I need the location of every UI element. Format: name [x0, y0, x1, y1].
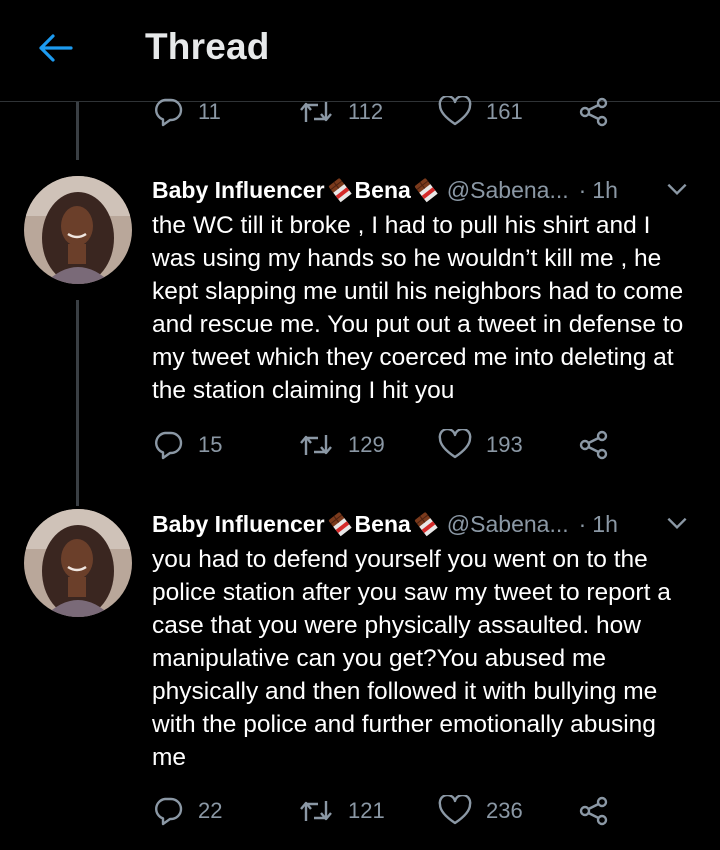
share-icon	[578, 429, 610, 461]
retweet-count: 129	[348, 432, 385, 457]
reply-count: 15	[198, 432, 223, 457]
tweet-header: Baby Influencer Bena @Sabena... · 1h	[152, 508, 712, 540]
retweet-count: 112	[348, 99, 384, 124]
like-count: 193	[486, 432, 523, 457]
like-button[interactable]: 193	[438, 425, 523, 465]
page-title: Thread	[145, 26, 270, 67]
share-icon	[578, 96, 610, 128]
back-arrow-icon	[39, 34, 73, 62]
reply-icon	[152, 429, 184, 461]
thread-connector-line	[76, 102, 79, 160]
share-button[interactable]	[578, 92, 610, 132]
separator-dot: ·	[578, 510, 587, 537]
like-icon	[438, 96, 472, 128]
avatar[interactable]	[24, 509, 132, 617]
reply-count: 11	[198, 99, 221, 124]
reply-button[interactable]: 15	[152, 425, 222, 465]
share-icon	[578, 795, 610, 827]
retweet-button[interactable]: 121	[298, 791, 385, 831]
reply-button[interactable]: 11	[152, 92, 221, 132]
retweet-icon	[298, 96, 334, 128]
chocolate-emoji-icon	[413, 511, 439, 537]
share-button[interactable]	[578, 791, 610, 831]
reply-icon	[152, 795, 184, 827]
user-handle[interactable]: @Sabena...	[447, 177, 569, 204]
top-app-bar: Thread	[0, 0, 720, 102]
tweet-action-bar: 15 129 193	[152, 425, 622, 465]
like-button[interactable]: 161	[438, 92, 523, 132]
like-count: 236	[486, 798, 523, 823]
thread-connector-line	[76, 300, 79, 506]
retweet-button[interactable]: 129	[298, 425, 385, 465]
reply-icon	[152, 96, 184, 128]
chocolate-emoji-icon	[327, 177, 353, 203]
avatar[interactable]	[24, 176, 132, 284]
back-button[interactable]	[30, 26, 80, 70]
retweet-icon	[298, 795, 334, 827]
reply-count: 22	[198, 798, 223, 823]
tweet-action-bar: 11 112 161	[152, 92, 622, 132]
tweet-text: you had to defend yourself you went on t…	[152, 546, 671, 771]
timestamp[interactable]: 1h	[592, 511, 618, 538]
display-name-suffix[interactable]: Bena	[355, 177, 411, 204]
separator-dot: ·	[578, 176, 587, 203]
share-button[interactable]	[578, 425, 610, 465]
display-name[interactable]: Baby Influencer	[152, 177, 325, 204]
display-name-suffix[interactable]: Bena	[355, 511, 411, 538]
retweet-count: 121	[348, 798, 385, 823]
like-button[interactable]: 236	[438, 791, 523, 831]
user-handle[interactable]: @Sabena...	[447, 511, 569, 538]
tweet-action-bar: 22 121 236	[152, 791, 622, 831]
timestamp[interactable]: 1h	[592, 177, 618, 204]
like-icon	[438, 795, 472, 827]
tweet-header: Baby Influencer Bena @Sabena... · 1h	[152, 174, 712, 206]
display-name[interactable]: Baby Influencer	[152, 511, 325, 538]
reply-button[interactable]: 22	[152, 791, 222, 831]
chevron-down-icon[interactable]	[664, 176, 690, 202]
chocolate-emoji-icon	[327, 511, 353, 537]
like-icon	[438, 429, 472, 461]
retweet-icon	[298, 429, 334, 461]
chevron-down-icon[interactable]	[664, 510, 690, 536]
like-count: 161	[486, 99, 523, 124]
retweet-button[interactable]: 112	[298, 92, 383, 132]
tweet-text: the WC till it broke , I had to pull his…	[152, 212, 684, 404]
chocolate-emoji-icon	[413, 177, 439, 203]
